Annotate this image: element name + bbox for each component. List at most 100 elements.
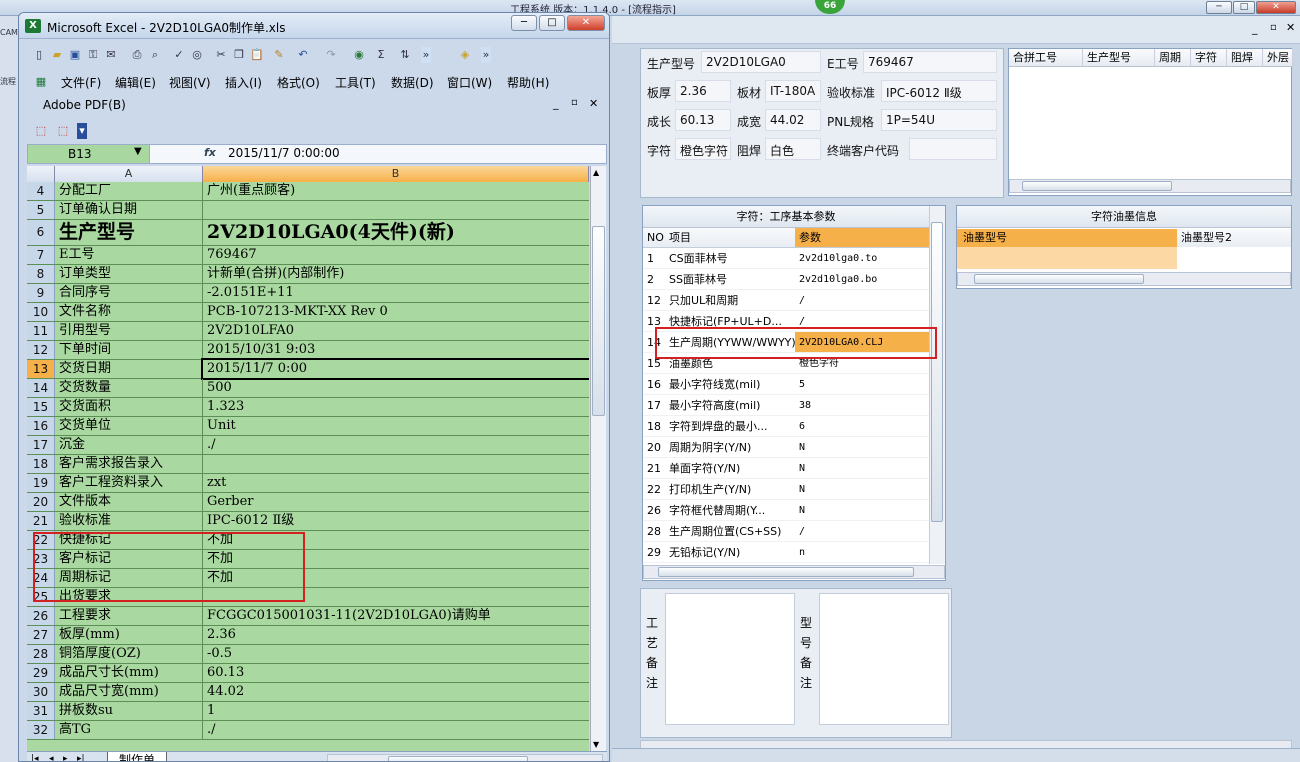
cell-a[interactable]: 交货单位	[55, 417, 203, 435]
row-header[interactable]: 14	[27, 379, 55, 397]
row-header[interactable]: 18	[27, 455, 55, 473]
col-combo-character[interactable]: 字符	[1191, 49, 1227, 67]
menu-window[interactable]: 窗口(W)	[447, 74, 492, 91]
params-row-value[interactable]: 2v2d10lga0.to	[795, 248, 929, 268]
sheet-nav-first-icon[interactable]: |◂	[31, 754, 39, 761]
cell-b[interactable]: 500	[203, 379, 589, 397]
email-icon[interactable]: ✉	[103, 47, 119, 63]
col-combo-e-no[interactable]: 合拼工号	[1009, 49, 1083, 67]
cell-a[interactable]: 分配工厂	[55, 182, 203, 200]
cell-b[interactable]: -2.0151E+11	[203, 284, 589, 302]
params-row[interactable]: 1 CS面菲林号 2v2d10lga0.to	[643, 248, 929, 269]
notification-badge[interactable]: 66	[815, 0, 845, 14]
ink-row-selected[interactable]	[957, 247, 1177, 269]
horizontal-scrollbar[interactable]	[327, 754, 603, 761]
menu-format[interactable]: 格式(O)	[277, 74, 320, 91]
row-header[interactable]: 26	[27, 607, 55, 625]
cell-a[interactable]: 验收标准	[55, 512, 203, 530]
row-header[interactable]: 9	[27, 284, 55, 302]
menu-edit[interactable]: 编辑(E)	[115, 74, 156, 91]
cell-a[interactable]: 拼板数su	[55, 702, 203, 720]
cell-b[interactable]: 1	[203, 702, 589, 720]
cell-b[interactable]: PCB-107213-MKT-XX Rev 0	[203, 303, 589, 321]
app-maximize-button[interactable]: □	[1233, 1, 1255, 14]
character-field[interactable]: 橙色字符	[675, 138, 731, 160]
menu-data[interactable]: 数据(D)	[391, 74, 434, 91]
paste-icon[interactable]: 📋	[249, 47, 265, 63]
new-icon[interactable]: ▯	[31, 47, 47, 63]
cell-b[interactable]: 60.13	[203, 664, 589, 682]
params-v-scrollbar[interactable]	[929, 206, 945, 564]
row-header[interactable]: 15	[27, 398, 55, 416]
ink-col-model[interactable]: 油墨型号	[957, 229, 1177, 247]
params-row[interactable]: 17 最小字符高度(mil) 38	[643, 395, 929, 416]
sheet-nav-last-icon[interactable]: ▸|	[77, 754, 85, 761]
solder-mask-field[interactable]: 白色	[765, 138, 821, 160]
params-row[interactable]: 22 打印机生产(Y/N) N	[643, 479, 929, 500]
material-field[interactable]: IT-180A	[765, 80, 821, 102]
scroll-thumb[interactable]	[592, 226, 605, 416]
row-header[interactable]: 19	[27, 474, 55, 492]
params-row-value[interactable]: 6	[795, 416, 929, 436]
hyperlink-icon[interactable]: ◉	[351, 47, 367, 63]
cell-a[interactable]: 订单确认日期	[55, 201, 203, 219]
cell-b[interactable]: 1.323	[203, 398, 589, 416]
customer-code-field[interactable]	[909, 138, 997, 160]
cell-b[interactable]: ./	[203, 721, 589, 739]
params-row-value[interactable]: /	[795, 290, 929, 310]
row-header[interactable]: 6	[27, 220, 55, 245]
params-row[interactable]: 2 SS面菲林号 2v2d10lga0.bo	[643, 269, 929, 290]
cell-a[interactable]: 订单类型	[55, 265, 203, 283]
cell-a[interactable]: 交货面积	[55, 398, 203, 416]
row-header[interactable]: 16	[27, 417, 55, 435]
params-row[interactable]: 12 只加UL和周期 /	[643, 290, 929, 311]
cell-a[interactable]: 高TG	[55, 721, 203, 739]
column-header-b[interactable]: B	[203, 166, 589, 182]
params-row-value[interactable]: 5	[795, 374, 929, 394]
params-row[interactable]: 26 字符框代替周期(Y... N	[643, 500, 929, 521]
excel-minimize-button[interactable]: ─	[511, 15, 537, 31]
cell-a[interactable]: 生产型号	[55, 220, 203, 245]
name-box-dropdown-icon[interactable]: ▼	[134, 146, 142, 157]
ink-col-model2[interactable]: 油墨型号2	[1177, 229, 1291, 247]
cell-b[interactable]: 2V2D10LGA0(4天件)(新)	[203, 220, 589, 245]
cell-b[interactable]	[203, 201, 589, 219]
app-minimize-button[interactable]: ─	[1206, 1, 1232, 14]
pdf-email-icon[interactable]: ⬚	[55, 123, 71, 139]
cell-a[interactable]: 铜箔厚度(OZ)	[55, 645, 203, 663]
menu-tools[interactable]: 工具(T)	[335, 74, 376, 91]
menu-insert[interactable]: 插入(I)	[225, 74, 262, 91]
params-row[interactable]: 29 无铅标记(Y/N) n	[643, 542, 929, 563]
undo-icon[interactable]: ↶	[295, 47, 311, 63]
cell-a[interactable]: 交货日期	[55, 360, 203, 378]
workbook-restore-icon[interactable]: ▫	[571, 97, 578, 108]
params-row[interactable]: 21 单面字符(Y/N) N	[643, 458, 929, 479]
cell-b[interactable]: IPC-6012 Ⅱ级	[203, 512, 589, 530]
params-v-scroll-thumb[interactable]	[931, 222, 943, 522]
cell-a[interactable]: 文件名称	[55, 303, 203, 321]
cell-a[interactable]: 工程要求	[55, 607, 203, 625]
col-combo-period[interactable]: 周期	[1155, 49, 1191, 67]
cell-b[interactable]: ./	[203, 436, 589, 454]
cut-icon[interactable]: ✂	[213, 47, 229, 63]
toolbar2-options-icon[interactable]: »	[481, 47, 491, 63]
pdf-convert-icon[interactable]: ⬚	[33, 123, 49, 139]
model-field[interactable]: 2V2D10LGA0	[701, 51, 821, 73]
row-header[interactable]: 5	[27, 201, 55, 219]
combo-h-scroll-thumb[interactable]	[1022, 181, 1172, 191]
child-minimize-icon[interactable]: _	[1252, 22, 1258, 35]
params-row-value[interactable]: N	[795, 458, 929, 478]
workbook-close-icon[interactable]: ✕	[589, 97, 598, 110]
row-header[interactable]: 7	[27, 246, 55, 264]
cell-b[interactable]: 2V2D10LFA0	[203, 322, 589, 340]
combo-h-scrollbar[interactable]	[1009, 179, 1291, 193]
params-col-item[interactable]: 项目	[667, 228, 795, 247]
vertical-scrollbar[interactable]: ▲ ▼	[590, 166, 606, 752]
params-row-value[interactable]: n	[795, 542, 929, 562]
params-row[interactable]: 20 周期为阴字(Y/N) N	[643, 437, 929, 458]
params-row-value[interactable]: N	[795, 479, 929, 499]
cell-b[interactable]: 2.36	[203, 626, 589, 644]
cell-b[interactable]: Unit	[203, 417, 589, 435]
autosum-icon[interactable]: Σ	[373, 47, 389, 63]
cell-a[interactable]: 客户工程资料录入	[55, 474, 203, 492]
